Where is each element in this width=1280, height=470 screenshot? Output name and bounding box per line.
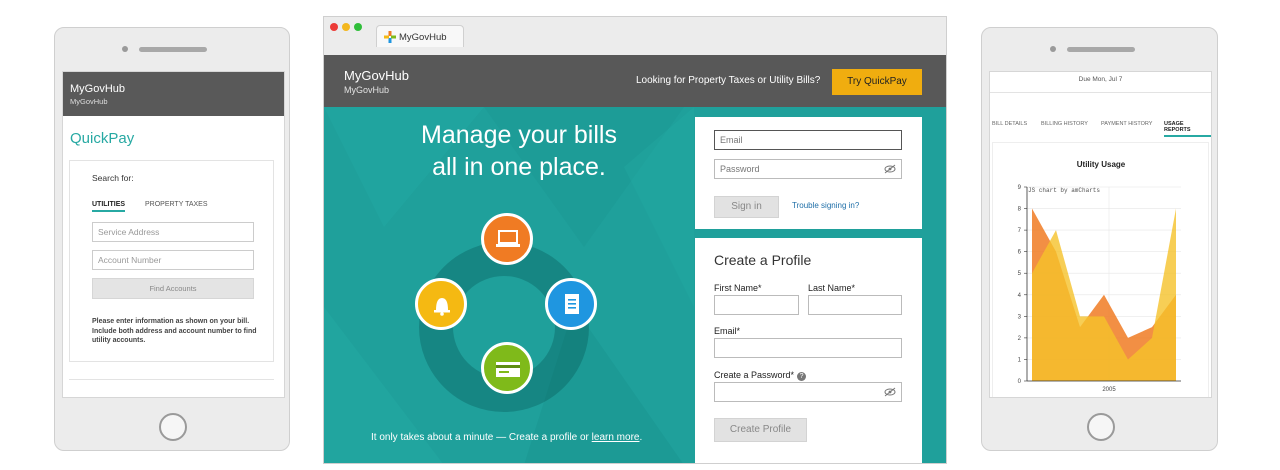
bell-circle bbox=[415, 278, 467, 330]
create-profile-button[interactable]: Create Profile bbox=[714, 418, 807, 442]
tab-usage-reports[interactable]: USAGE REPORTS bbox=[1164, 121, 1211, 137]
last-name-field[interactable] bbox=[808, 295, 902, 315]
y-tick-label: 3 bbox=[1018, 314, 1022, 320]
mobile-brand[interactable]: MyGovHub bbox=[70, 83, 284, 95]
service-address-input[interactable]: Service Address bbox=[92, 222, 254, 242]
email-label: Email* bbox=[714, 326, 741, 336]
browser-toolbar: MyGovHub bbox=[324, 17, 946, 55]
maximize-dot-icon[interactable] bbox=[354, 23, 362, 31]
browser-tab[interactable]: MyGovHub bbox=[376, 25, 464, 47]
y-tick-label: 8 bbox=[1018, 207, 1022, 213]
tagline-suffix: . bbox=[639, 432, 643, 443]
speaker-icon bbox=[1067, 47, 1135, 52]
credit-card-circle bbox=[481, 342, 533, 394]
headline-line-1: Manage your bills bbox=[421, 121, 617, 149]
y-tick-label: 7 bbox=[1018, 228, 1022, 234]
phone-left: MyGovHub MyGovHub QuickPay Search for: U… bbox=[54, 27, 290, 451]
divider bbox=[990, 92, 1211, 93]
create-profile-card: Create a Profile First Name* Last Name* … bbox=[695, 238, 922, 463]
y-tick-label: 9 bbox=[1018, 185, 1022, 191]
trouble-signing-in-link[interactable]: Trouble signing in? bbox=[792, 201, 859, 210]
tab-utilities[interactable]: UTILITIES bbox=[92, 201, 126, 212]
minimize-dot-icon[interactable] bbox=[342, 23, 350, 31]
mobile-header: MyGovHub MyGovHub bbox=[63, 72, 284, 116]
create-password-label: Create a Password*? bbox=[714, 370, 807, 381]
y-tick-label: 5 bbox=[1018, 271, 1022, 277]
profile-email-field[interactable] bbox=[714, 338, 902, 358]
laptop-circle bbox=[481, 213, 533, 265]
password-field[interactable]: Password bbox=[714, 159, 902, 179]
search-for-label: Search for: bbox=[92, 173, 134, 183]
y-tick-label: 4 bbox=[1018, 293, 1022, 299]
password-placeholder: Password bbox=[720, 164, 760, 174]
hero-headline: Manage your bills all in one place. bbox=[384, 119, 654, 183]
site-brand[interactable]: MyGovHub bbox=[344, 68, 409, 83]
tab-billing-history[interactable]: BILLING HISTORY bbox=[1041, 121, 1088, 127]
tagline-text: It only takes about a minute — Create a … bbox=[371, 432, 592, 443]
mobile-brand-subtitle: MyGovHub bbox=[70, 97, 108, 106]
tab-property-taxes[interactable]: PROPERTY TAXES bbox=[145, 201, 208, 208]
stage: MyGovHub MyGovHub QuickPay Search for: U… bbox=[0, 0, 1280, 470]
search-instructions: Please enter information as shown on you… bbox=[92, 318, 257, 344]
x-tick-label: 2005 bbox=[1102, 387, 1116, 393]
first-name-field[interactable] bbox=[714, 295, 799, 315]
phone-right: Due Mon, Jul 7 BILL DETAILS BILLING HIST… bbox=[981, 27, 1218, 451]
usage-chart: Utility Usage JS chart by amCharts 0 1 2 3 4… bbox=[1018, 160, 1181, 393]
home-button[interactable] bbox=[1087, 413, 1115, 441]
sign-in-card: Email Password Sign in Trouble signing i… bbox=[695, 117, 922, 229]
camera-icon bbox=[1050, 46, 1056, 52]
find-accounts-button[interactable]: Find Accounts bbox=[92, 278, 254, 299]
page-title: QuickPay bbox=[70, 130, 135, 147]
hero-section: Manage your bills all in one place. It o… bbox=[324, 107, 946, 463]
headline-line-2: all in one place. bbox=[432, 153, 606, 181]
phone-left-screen: MyGovHub MyGovHub QuickPay Search for: U… bbox=[62, 71, 285, 398]
home-button[interactable] bbox=[159, 413, 187, 441]
camera-icon bbox=[122, 46, 128, 52]
first-name-label: First Name* bbox=[714, 283, 762, 293]
learn-more-link[interactable]: learn more bbox=[592, 432, 640, 443]
tab-bill-details[interactable]: BILL DETAILS bbox=[992, 121, 1027, 127]
usage-chart-panel: Utility Usage JS chart by amCharts 0 1 2 3 4… bbox=[992, 142, 1209, 397]
try-quickpay-button[interactable]: Try QuickPay bbox=[832, 69, 922, 95]
due-date: Due Mon, Jul 7 bbox=[1078, 76, 1123, 83]
browser-tab-label: MyGovHub bbox=[399, 32, 447, 43]
y-tick-label: 0 bbox=[1018, 379, 1022, 385]
email-field[interactable]: Email bbox=[714, 130, 902, 150]
divider bbox=[69, 379, 274, 380]
y-tick-label: 2 bbox=[1018, 336, 1022, 342]
bell-icon bbox=[434, 298, 450, 316]
sign-in-button[interactable]: Sign in bbox=[714, 196, 779, 218]
quickpay-prompt: Looking for Property Taxes or Utility Bi… bbox=[636, 75, 821, 86]
phone-right-screen: Due Mon, Jul 7 BILL DETAILS BILLING HIST… bbox=[989, 71, 1212, 398]
quickpay-search-card: Search for: UTILITIES PROPERTY TAXES Ser… bbox=[69, 160, 274, 362]
browser-content: MyGovHub MyGovHub Looking for Property T… bbox=[324, 55, 946, 463]
help-icon[interactable]: ? bbox=[797, 372, 807, 381]
eye-icon[interactable] bbox=[884, 387, 896, 397]
chart-title: Utility Usage bbox=[1077, 160, 1126, 169]
create-password-label-text: Create a Password* bbox=[714, 370, 795, 380]
tab-payment-history[interactable]: PAYMENT HISTORY bbox=[1101, 121, 1152, 127]
site-header: MyGovHub MyGovHub Looking for Property T… bbox=[324, 55, 946, 107]
close-dot-icon[interactable] bbox=[330, 23, 338, 31]
mygovhub-logo-icon bbox=[384, 31, 396, 43]
browser-window: MyGovHub MyGovHub MyGovHub Looking for P… bbox=[323, 16, 947, 464]
eye-icon[interactable] bbox=[884, 164, 896, 174]
hero-tagline: It only takes about a minute — Create a … bbox=[371, 432, 642, 443]
y-tick-label: 1 bbox=[1018, 357, 1022, 363]
document-circle bbox=[545, 278, 597, 330]
credit-card-icon bbox=[496, 362, 520, 377]
account-number-input[interactable]: Account Number bbox=[92, 250, 254, 270]
create-profile-title: Create a Profile bbox=[714, 252, 812, 268]
document-icon bbox=[565, 294, 579, 314]
speaker-icon bbox=[139, 47, 207, 52]
create-password-field[interactable] bbox=[714, 382, 902, 402]
laptop-icon bbox=[496, 230, 520, 247]
last-name-label: Last Name* bbox=[808, 283, 856, 293]
y-tick-label: 6 bbox=[1018, 250, 1022, 256]
chart-credit[interactable]: JS chart by amCharts bbox=[1028, 187, 1100, 194]
site-brand-subtitle: MyGovHub bbox=[344, 85, 390, 95]
